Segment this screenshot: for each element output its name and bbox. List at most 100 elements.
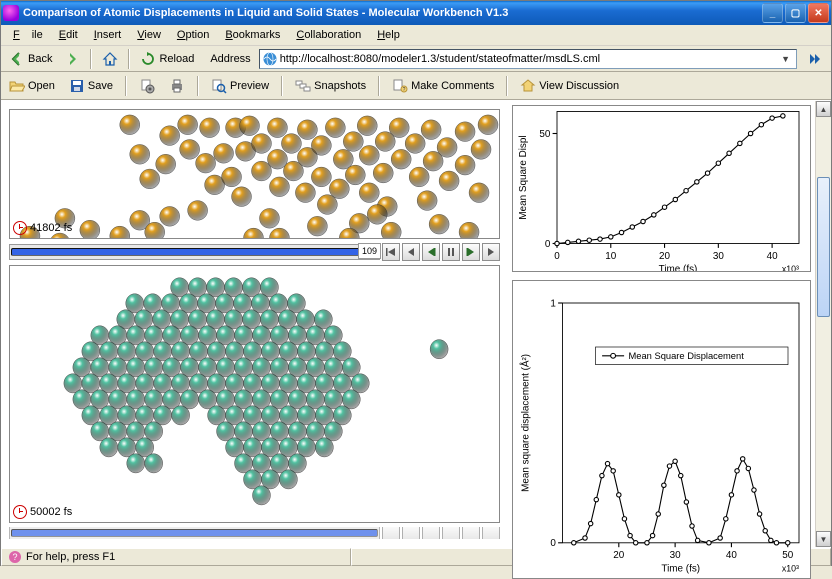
page-setup-icon (139, 78, 155, 94)
address-input[interactable] (278, 53, 777, 65)
address-bar[interactable]: ▼ (259, 49, 797, 69)
menu-bar: File Edit Insert View Option Bookmarks C… (1, 25, 831, 46)
action-toolbar: Open Save Preview Snapshots ? Make Comme… (1, 72, 831, 100)
playback-controls-1: 109 (9, 243, 500, 261)
menu-file[interactable]: File (7, 27, 49, 43)
scroll-up-button[interactable]: ▲ (816, 101, 831, 117)
page-setup-button[interactable] (135, 77, 159, 95)
reload-icon (140, 51, 156, 67)
menu-collaboration[interactable]: Collaboration (290, 27, 367, 43)
svg-text:Mean Square Displacement: Mean Square Displacement (629, 351, 745, 361)
snapshots-button[interactable]: Snapshots (291, 77, 370, 95)
rewind-button-2[interactable] (382, 527, 400, 539)
play-button-2[interactable] (462, 527, 480, 539)
svg-text:x10³: x10³ (782, 264, 799, 271)
clock-icon (13, 505, 27, 519)
comment-icon: ? (392, 78, 408, 94)
snapshots-icon (295, 78, 311, 94)
menu-edit[interactable]: Edit (53, 27, 84, 43)
play-back-button[interactable] (422, 243, 440, 261)
right-column: 010203040050Time (fs)x10³Mean Square Dis… (508, 101, 815, 547)
svg-text:0: 0 (554, 251, 560, 262)
save-disk-icon (69, 78, 85, 94)
reload-label: Reload (159, 53, 194, 65)
svg-text:50: 50 (782, 550, 794, 561)
menu-view[interactable]: View (131, 27, 167, 43)
svg-text:0: 0 (550, 538, 556, 549)
vertical-scrollbar[interactable]: ▲ ▼ (815, 101, 831, 547)
clock-icon (13, 221, 27, 235)
back-label: Back (28, 53, 52, 65)
step-forward-button[interactable] (482, 243, 500, 261)
preview-button[interactable]: Preview (207, 77, 273, 95)
pause-button[interactable] (442, 243, 460, 261)
snapshots-label: Snapshots (314, 80, 366, 92)
status-help: ? For help, press F1 (1, 548, 351, 566)
svg-text:Time (fs): Time (fs) (661, 563, 700, 574)
save-label: Save (88, 80, 113, 92)
make-comments-label: Make Comments (411, 80, 494, 92)
svg-text:Time (fs): Time (fs) (659, 264, 698, 271)
play-back-button-2[interactable] (422, 527, 440, 539)
minimize-button[interactable]: _ (762, 3, 783, 23)
preview-icon (211, 78, 227, 94)
svg-text:40: 40 (726, 550, 738, 561)
svg-text:?: ? (12, 552, 17, 562)
print-icon (169, 78, 185, 94)
navigation-toolbar: Back Reload Address ▼ (1, 46, 831, 72)
print-button[interactable] (165, 77, 189, 95)
step-back-button[interactable] (402, 243, 420, 261)
menu-option[interactable]: Option (171, 27, 215, 43)
svg-text:1: 1 (550, 298, 556, 309)
view-discussion-button[interactable]: View Discussion (516, 77, 623, 95)
left-column: 41802 fs 109 50002 fs (1, 101, 508, 547)
go-button[interactable] (803, 50, 827, 68)
forward-icon (64, 51, 80, 67)
home-button[interactable] (98, 50, 122, 68)
frame-number: 109 (358, 243, 381, 259)
go-icon (807, 51, 823, 67)
open-button[interactable]: Open (5, 77, 59, 95)
svg-text:30: 30 (713, 251, 725, 262)
simulation-panel-solid[interactable]: 50002 fs (9, 265, 500, 523)
menu-insert[interactable]: Insert (88, 27, 128, 43)
svg-text:Mean Square Displ: Mean Square Displ (518, 135, 529, 219)
make-comments-button[interactable]: ? Make Comments (388, 77, 498, 95)
rewind-button[interactable] (382, 243, 400, 261)
svg-text:Mean square displacement (Å²): Mean square displacement (Å²) (520, 354, 531, 492)
close-button[interactable]: ✕ (808, 3, 829, 23)
chart-liquid-msd[interactable]: 010203040050Time (fs)x10³Mean Square Dis… (512, 105, 811, 272)
scroll-down-button[interactable]: ▼ (816, 531, 831, 547)
title-bar: Comparison of Atomic Displacements in Li… (1, 1, 831, 25)
open-label: Open (28, 80, 55, 92)
view-discussion-label: View Discussion (539, 80, 619, 92)
back-button[interactable]: Back (5, 50, 56, 68)
address-dropdown[interactable]: ▼ (777, 54, 794, 64)
menu-help[interactable]: Help (371, 27, 406, 43)
svg-text:30: 30 (670, 550, 682, 561)
maximize-button[interactable]: ▢ (785, 3, 806, 23)
discussion-icon (520, 78, 536, 94)
play-button[interactable] (462, 243, 480, 261)
pause-button-2[interactable] (442, 527, 460, 539)
frame-slider[interactable]: 109 (9, 244, 380, 260)
window-title: Comparison of Atomic Displacements in Li… (23, 7, 762, 19)
reload-button[interactable]: Reload (136, 50, 198, 68)
svg-text:40: 40 (767, 251, 779, 262)
svg-text:?: ? (403, 87, 406, 93)
forward-button[interactable] (60, 50, 84, 68)
playback-controls-2 (9, 527, 500, 539)
svg-text:0: 0 (545, 239, 551, 250)
menu-bookmarks[interactable]: Bookmarks (219, 27, 286, 43)
step-forward-button-2[interactable] (482, 527, 500, 539)
svg-text:10: 10 (605, 251, 617, 262)
step-back-button-2[interactable] (402, 527, 420, 539)
frame-slider-2[interactable] (9, 527, 380, 539)
simulation-panel-liquid[interactable]: 41802 fs (9, 109, 500, 239)
clock-readout-2: 50002 fs (13, 505, 72, 519)
home-icon (102, 51, 118, 67)
save-button[interactable]: Save (65, 77, 117, 95)
chart-solid-msd[interactable]: 2030405001Mean Square DisplacementTime (… (512, 280, 811, 579)
content-area: 41802 fs 109 50002 fs (1, 100, 831, 547)
app-icon (3, 5, 19, 21)
